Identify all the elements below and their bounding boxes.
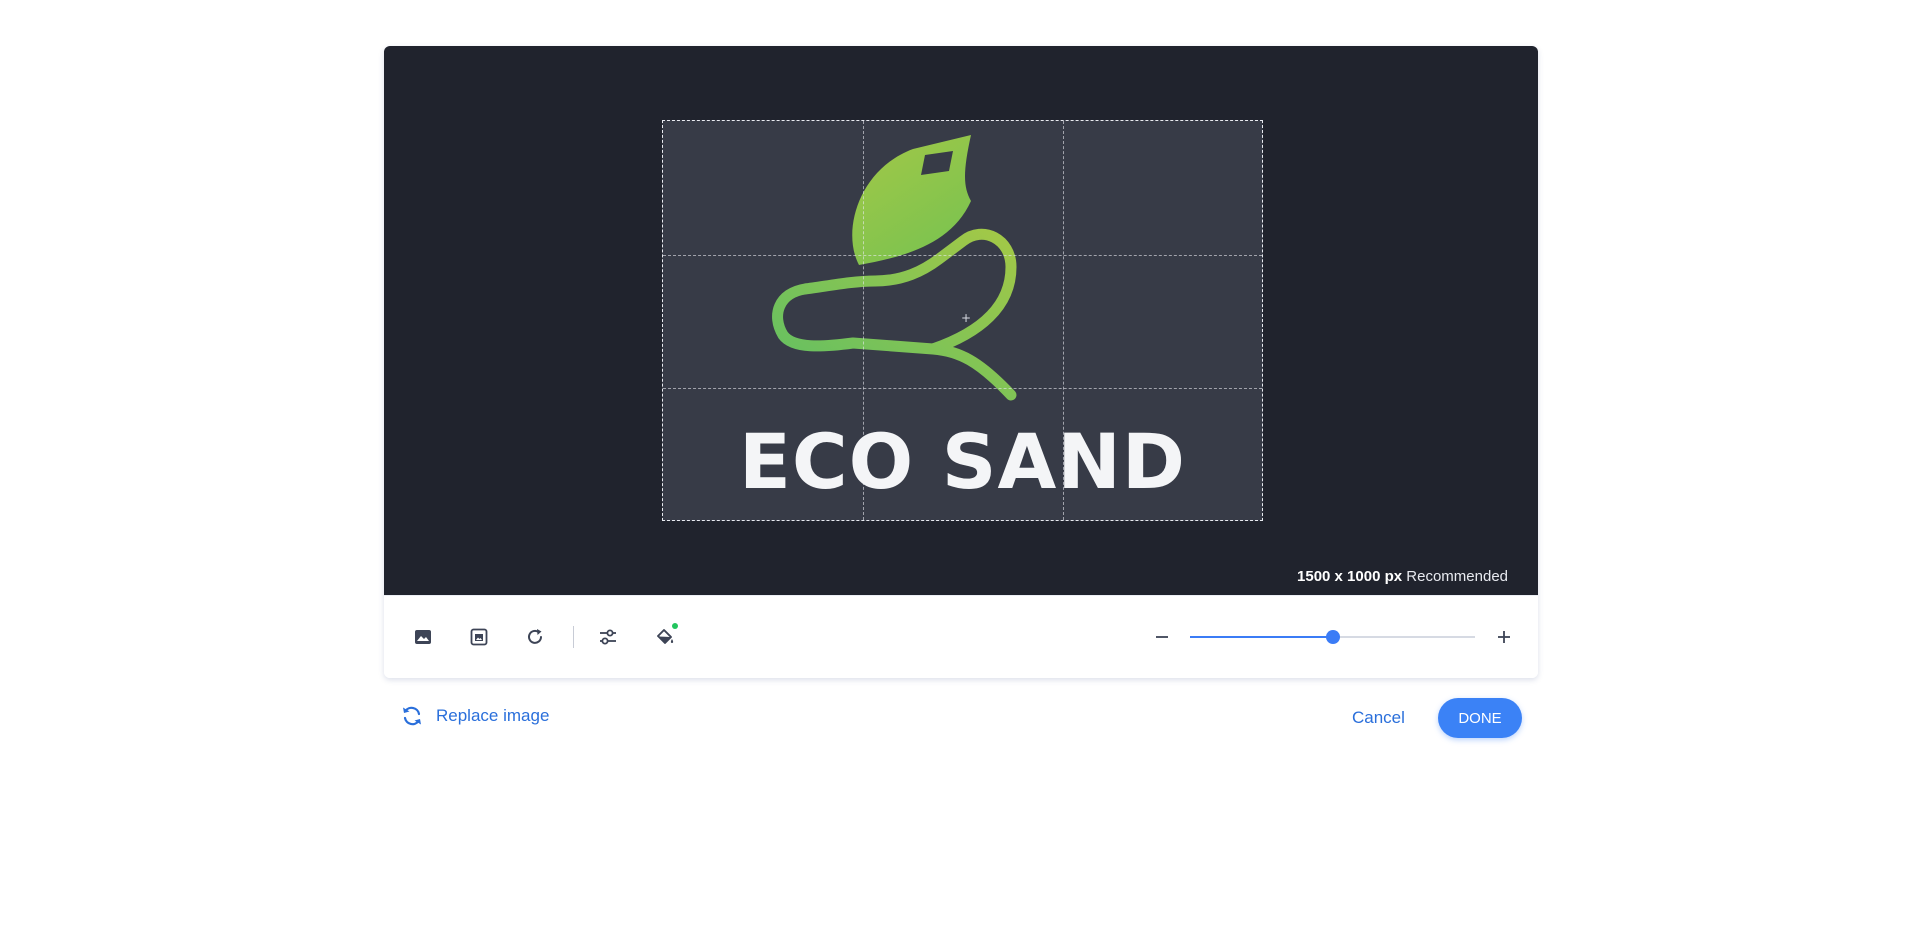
image-button[interactable]	[407, 622, 439, 652]
rotate-button[interactable]	[519, 622, 551, 652]
recommended-size-suffix: Recommended	[1406, 568, 1508, 585]
editor-toolbar	[384, 595, 1538, 678]
recommended-size-note: 1500 x 1000 px Recommended	[1297, 568, 1508, 585]
image-editor: ECO SAND + 1500 x 1000 px Recommended	[384, 46, 1538, 678]
zoom-out-button[interactable]	[1148, 623, 1176, 651]
fill-bucket-button[interactable]	[649, 622, 681, 652]
minus-icon	[1156, 636, 1168, 638]
rotate-icon	[528, 629, 542, 644]
toolbar-divider	[573, 626, 574, 648]
save-image-icon	[470, 628, 488, 646]
adjustments-icon	[600, 629, 616, 645]
cancel-button[interactable]: Cancel	[1352, 708, 1405, 728]
fill-bucket-icon	[657, 629, 674, 644]
replace-image-label: Replace image	[436, 706, 550, 725]
recommended-size-value: 1500 x 1000 px	[1297, 568, 1403, 585]
grid-line-horizontal	[663, 388, 1262, 389]
fill-status-dot	[672, 623, 678, 629]
adjustments-button[interactable]	[592, 622, 624, 652]
save-image-button[interactable]	[463, 622, 495, 652]
image-icon	[415, 630, 431, 644]
canvas-area: ECO SAND + 1500 x 1000 px Recommended	[384, 46, 1538, 595]
crop-frame[interactable]: ECO SAND +	[662, 120, 1263, 521]
refresh-icon	[403, 706, 421, 726]
zoom-slider[interactable]	[1190, 630, 1475, 644]
replace-image-button[interactable]: Replace image	[400, 704, 549, 728]
editor-footer: Replace image Cancel DONE	[384, 698, 1538, 740]
logo-text: ECO SAND	[738, 417, 1186, 506]
grid-line-horizontal	[663, 255, 1262, 256]
done-button[interactable]: DONE	[1438, 698, 1522, 738]
zoom-slider-fill	[1190, 636, 1333, 638]
zoom-slider-thumb[interactable]	[1325, 630, 1340, 644]
crop-center-marker: +	[961, 311, 972, 325]
plus-icon	[1498, 631, 1510, 643]
zoom-in-button[interactable]	[1490, 623, 1518, 651]
